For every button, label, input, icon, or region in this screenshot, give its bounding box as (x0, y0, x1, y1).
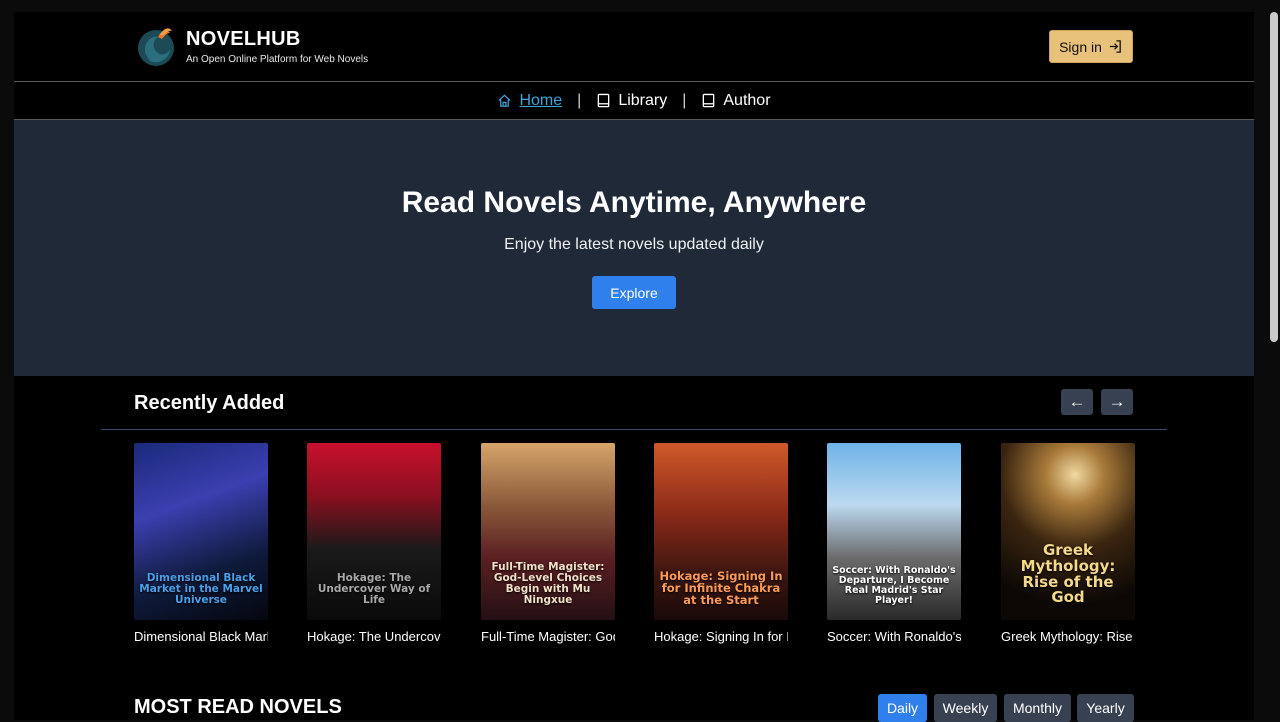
tab-daily[interactable]: Daily (878, 694, 927, 722)
book-card[interactable]: Soccer: With Ronaldo's Departure, I Beco… (827, 443, 961, 644)
recently-added-title: Recently Added (134, 392, 285, 414)
cover-title: Dimensional Black Market in the Marvel U… (139, 571, 263, 606)
book-title[interactable]: Full-Time Magister: God-Level Choices Be… (481, 629, 615, 644)
brand-tagline: An Open Online Platform for Web Novels (186, 54, 369, 65)
carousel-next-button[interactable]: → (1101, 389, 1133, 415)
login-icon (1109, 40, 1121, 53)
tab-weekly[interactable]: Weekly (934, 694, 997, 722)
book-card[interactable]: Hokage: The Undercover Way of Life Hokag… (307, 443, 441, 644)
nav-separator: | (577, 91, 582, 109)
hero-banner: Read Novels Anytime, Anywhere Enjoy the … (14, 120, 1254, 376)
nav-label-author: Author (723, 91, 771, 109)
page-scrollbar[interactable] (1268, 0, 1280, 720)
carousel-prev-button[interactable]: ← (1061, 389, 1093, 415)
sign-in-button[interactable]: Sign in (1049, 30, 1133, 63)
tab-yearly[interactable]: Yearly (1077, 694, 1134, 722)
nav-label-home: Home (519, 91, 563, 109)
book-title[interactable]: Greek Mythology: Rise of the God (1001, 629, 1135, 644)
home-icon (498, 94, 512, 107)
tab-monthly[interactable]: Monthly (1004, 694, 1071, 722)
explore-button[interactable]: Explore (592, 276, 676, 309)
novelhub-logo[interactable] (136, 25, 176, 67)
site-header: NOVELHUB An Open Online Platform for Web… (14, 12, 1254, 82)
book-cover[interactable]: Hokage: The Undercover Way of Life (307, 443, 441, 620)
book-card[interactable]: Greek Mythology: Rise of the God Greek M… (1001, 443, 1135, 644)
scrollbar-thumb[interactable] (1270, 12, 1278, 342)
book-card[interactable]: Full-Time Magister: God-Level Choices Be… (481, 443, 615, 644)
nav-item-home[interactable]: Home (497, 92, 562, 110)
book-title[interactable]: Soccer: With Ronaldo's Departure, I Beco… (827, 629, 961, 644)
book-title[interactable]: Hokage: The Undercover Way of Life (307, 629, 441, 644)
cover-title: Soccer: With Ronaldo's Departure, I Beco… (832, 565, 956, 607)
section-divider (101, 429, 1167, 430)
book-cover[interactable]: Hokage: Signing In for Infinite Chakra a… (654, 443, 788, 620)
nav-item-author[interactable]: Author (701, 91, 771, 110)
nav-item-library[interactable]: Library (596, 92, 667, 110)
hero-subtitle: Enjoy the latest novels updated daily (504, 236, 764, 253)
nav-label-library: Library (618, 91, 668, 109)
book-icon (598, 93, 610, 108)
sign-in-label: Sign in (1059, 38, 1102, 55)
nav-separator: | (682, 91, 687, 109)
book-cover[interactable]: Greek Mythology: Rise of the God (1001, 443, 1135, 620)
book-card[interactable]: Dimensional Black Market in the Marvel U… (134, 443, 268, 644)
book-icon (703, 93, 715, 108)
main-nav: Home | Library | Author (14, 82, 1254, 120)
book-title[interactable]: Dimensional Black Market in the Marvel U… (134, 629, 268, 644)
cover-title: Greek Mythology: Rise of the God (1020, 541, 1116, 607)
most-read-title: MOST READ NOVELS (134, 696, 342, 718)
cover-title: Full-Time Magister: God-Level Choices Be… (491, 560, 605, 606)
book-cover[interactable]: Soccer: With Ronaldo's Departure, I Beco… (827, 443, 961, 620)
book-title[interactable]: Hokage: Signing In for Infinite Chakra a… (654, 629, 788, 644)
cover-title: Hokage: Signing In for Infinite Chakra a… (659, 568, 783, 607)
book-card[interactable]: Hokage: Signing In for Infinite Chakra a… (654, 443, 788, 644)
brand-title[interactable]: NOVELHUB (186, 28, 301, 51)
cover-title: Hokage: The Undercover Way of Life (317, 571, 431, 606)
book-cover[interactable]: Full-Time Magister: God-Level Choices Be… (481, 443, 615, 620)
app-frame: NOVELHUB An Open Online Platform for Web… (14, 12, 1254, 722)
hero-title: Read Novels Anytime, Anywhere (401, 186, 867, 219)
book-cover[interactable]: Dimensional Black Market in the Marvel U… (134, 443, 268, 620)
